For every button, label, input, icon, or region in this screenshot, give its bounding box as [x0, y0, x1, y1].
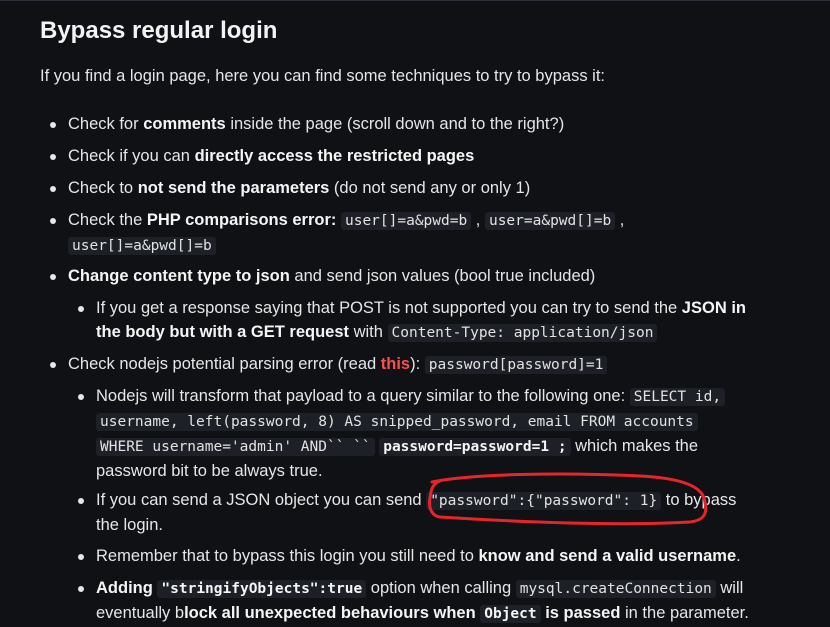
page-title: Bypass regular login	[40, 17, 278, 44]
code-snippet-bold: "stringifyObjects":true	[157, 580, 367, 598]
code-snippet: SELECT id,	[629, 388, 726, 406]
list-item-direct-access: Check if you can directly access the res…	[50, 144, 798, 168]
list-item-valid-username: Remember that to bypass this login you s…	[78, 544, 796, 568]
list-item-no-params: Check to not send the parameters (do not…	[50, 176, 798, 200]
list-item-content-type: Change content type to json and send jso…	[50, 264, 798, 288]
list-item-nodejs-query: Nodejs will transform that payload to a …	[78, 384, 796, 483]
code-snippet-highlighted: "password":{"password": 1}	[426, 492, 662, 510]
list-item-php-comparisons: Check the PHP comparisons error: user[]=…	[50, 208, 798, 258]
code-snippet-bold: Object	[480, 605, 541, 623]
code-snippet-bold: password=password=1 ;	[379, 438, 571, 456]
code-snippet: mysql.createConnection	[515, 580, 716, 598]
code-snippet: Content-Type: application/json	[387, 324, 658, 342]
code-snippet: password[password]=1	[424, 356, 608, 374]
list-item-json-get: If you get a response saying that POST i…	[78, 296, 796, 345]
list-item-nodejs-parsing: Check nodejs potential parsing error (re…	[50, 352, 798, 377]
list-item-stringify-objects: Adding "stringifyObjects":true option wh…	[78, 576, 796, 626]
code-snippet: user[]=a&pwd[]=b	[68, 237, 216, 255]
intro-text: If you find a login page, here you can f…	[40, 67, 606, 85]
article: Bypass regular login If you find a login…	[40, 16, 800, 623]
list-item-json-object: If you can send a JSON object you can se…	[78, 488, 796, 537]
this-link[interactable]: this	[381, 355, 410, 373]
list-item-comments: Check for comments inside the page (scro…	[50, 112, 798, 136]
code-snippet: username, left(password, 8) AS snipped_p…	[96, 413, 698, 431]
top-divider	[0, 0, 830, 1]
code-snippet: user=a&pwd[]=b	[484, 212, 616, 230]
code-snippet: user[]=a&pwd=b	[340, 212, 472, 230]
code-snippet: WHERE username='admin' AND`` ``	[96, 438, 375, 456]
